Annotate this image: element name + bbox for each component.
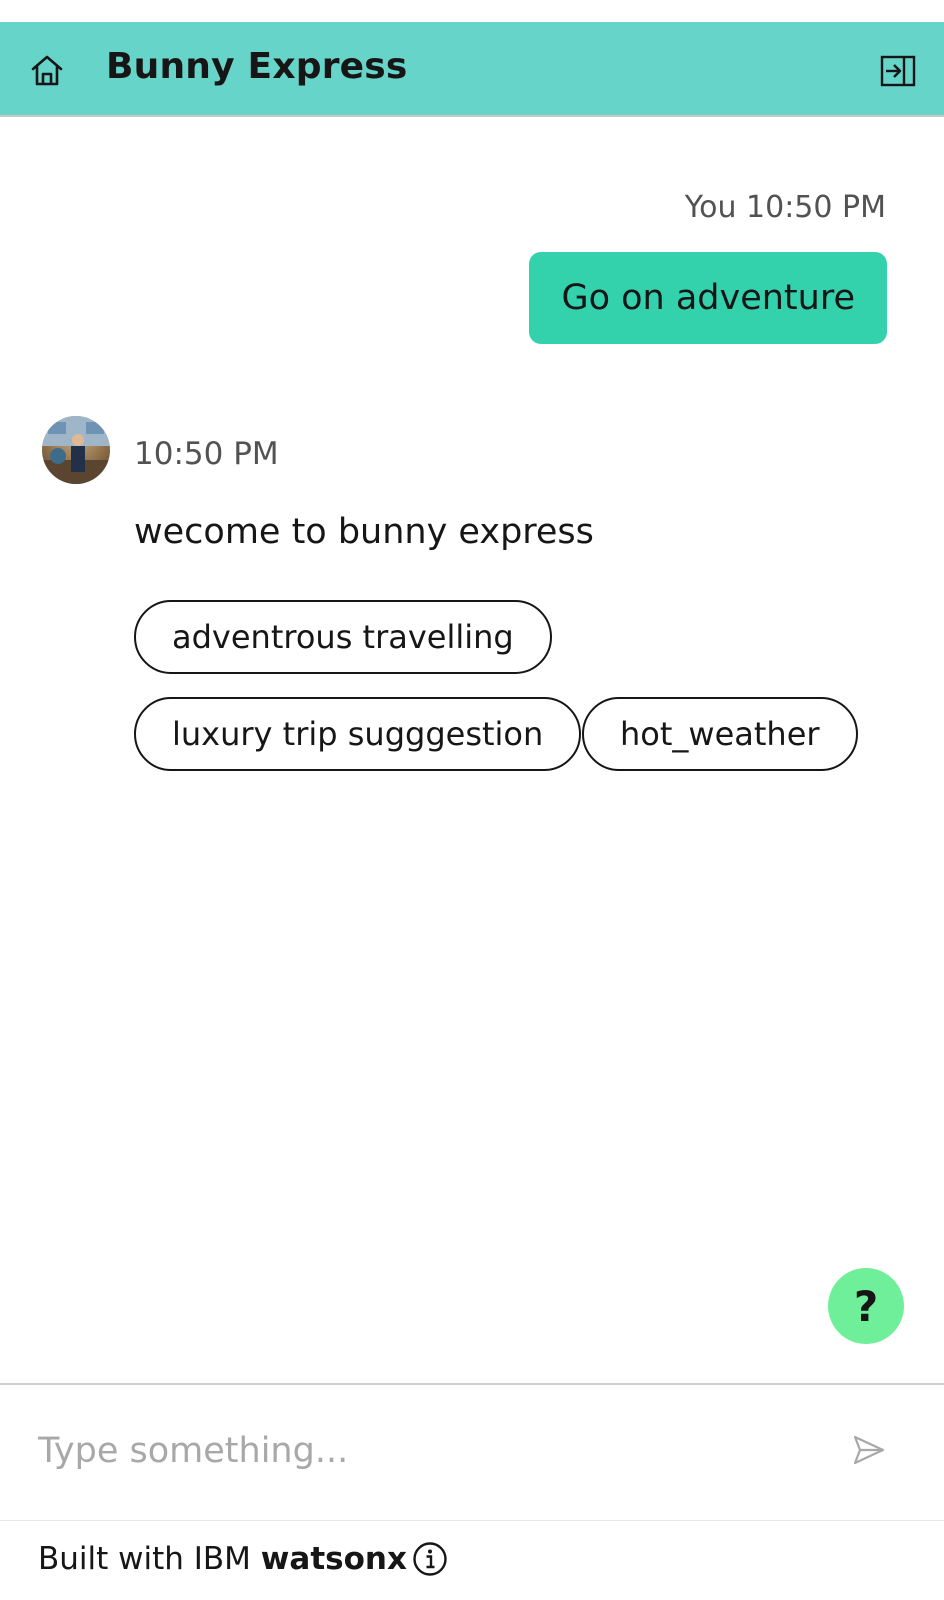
footer: Built with IBM watsonx (0, 1520, 944, 1600)
bot-message-time: 10:50 PM (134, 436, 279, 472)
home-icon[interactable] (28, 52, 66, 90)
message-input[interactable] (38, 1423, 818, 1479)
option-chip-adventurous-travelling[interactable]: adventrous travelling (134, 600, 552, 674)
panel-collapse-icon[interactable] (880, 54, 916, 88)
chat-window: Bunny Express You 10:50 PM Go on adventu… (0, 0, 944, 1600)
info-icon[interactable] (412, 1541, 448, 1577)
bot-avatar (42, 416, 110, 484)
help-button[interactable]: ? (828, 1268, 904, 1344)
footer-brand: watsonx (260, 1541, 407, 1577)
user-message-meta: You 10:50 PM (684, 190, 886, 225)
app-title: Bunny Express (106, 46, 408, 87)
send-icon[interactable] (852, 1433, 886, 1467)
option-chip-hot-weather[interactable]: hot_weather (582, 697, 858, 771)
bot-message-text: wecome to bunny express (134, 512, 594, 552)
chat-header: Bunny Express (0, 22, 944, 117)
footer-prefix: Built with IBM (38, 1541, 261, 1577)
message-input-area (0, 1383, 944, 1520)
user-message-bubble: Go on adventure (529, 252, 887, 344)
avatar-photo (42, 416, 110, 484)
option-chip-luxury-trip[interactable]: luxury trip sugggestion (134, 697, 582, 771)
footer-text: Built with IBM watsonx (38, 1541, 407, 1577)
